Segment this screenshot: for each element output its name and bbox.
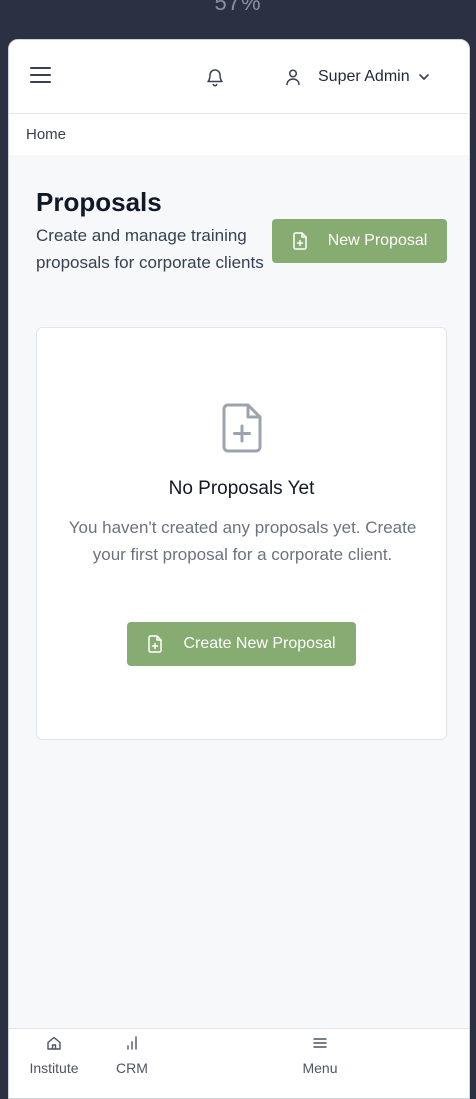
app-window: Super Admin Home Proposals Create and ma… (8, 39, 470, 1099)
add-document-icon (292, 232, 307, 250)
nav-item-crm[interactable]: CRM (92, 1029, 172, 1089)
menu-icon (313, 1038, 327, 1048)
top-header: Super Admin (9, 40, 469, 114)
chevron-down-icon (418, 74, 429, 80)
nav-label-institute: Institute (29, 1060, 79, 1076)
breadcrumb-home[interactable]: Home (26, 126, 66, 143)
add-document-icon (222, 403, 262, 453)
new-proposal-button[interactable]: New Proposal (272, 219, 447, 263)
bar-chart-icon (127, 1036, 137, 1050)
page-title: Proposals (36, 187, 162, 217)
notification-bell-icon[interactable] (206, 67, 224, 87)
new-proposal-label: New Proposal (327, 232, 428, 249)
empty-state-title: No Proposals Yet (168, 478, 315, 499)
breadcrumb: Home (9, 114, 469, 155)
add-document-icon (148, 635, 163, 653)
nav-label-menu: Menu (302, 1060, 338, 1076)
create-new-proposal-button[interactable]: Create New Proposal (127, 622, 356, 666)
bottom-navigation: Institute CRM Menu (9, 1028, 469, 1098)
nav-item-menu[interactable]: Menu (280, 1029, 360, 1089)
status-percentage: 57% (214, 0, 262, 15)
user-icon (286, 69, 300, 86)
home-icon (47, 1036, 61, 1050)
page-description: Create and manage training proposals for… (36, 226, 264, 272)
empty-state-card: No Proposals Yet You haven't created any… (36, 327, 447, 740)
nav-label-crm: CRM (116, 1060, 148, 1076)
user-menu[interactable]: Super Admin (284, 64, 430, 90)
nav-item-institute[interactable]: Institute (14, 1029, 94, 1089)
empty-state-text: You haven't created any proposals yet. C… (68, 518, 417, 564)
user-name: Super Admin (318, 68, 410, 85)
hamburger-menu-icon[interactable] (30, 67, 52, 85)
create-new-proposal-label: Create New Proposal (183, 635, 336, 652)
